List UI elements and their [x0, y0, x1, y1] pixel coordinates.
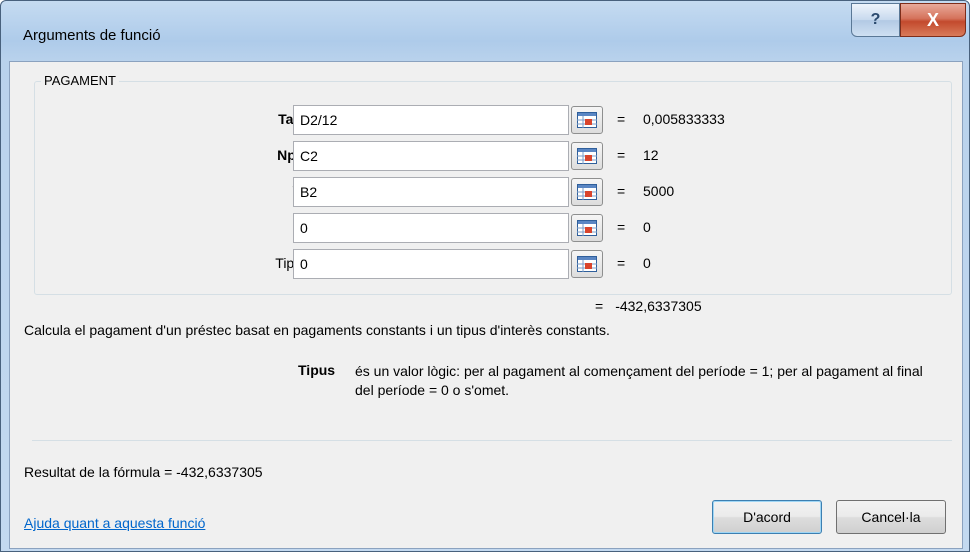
equals-sign: = — [617, 111, 626, 127]
function-name: PAGAMENT — [41, 73, 119, 88]
argument-result: 0 — [643, 219, 651, 235]
tipus-input[interactable] — [293, 249, 569, 279]
equals-sign: = — [617, 219, 626, 235]
formula-result-value: -432,6337305 — [176, 464, 263, 480]
argument-result: 0,005833333 — [643, 111, 725, 127]
close-button[interactable]: X — [900, 3, 966, 37]
argument-row-nper: Nper = 12 — [35, 141, 953, 171]
vf-input[interactable] — [293, 213, 569, 243]
cancel-button[interactable]: Cancel·la — [836, 500, 946, 534]
help-on-function-link[interactable]: Ajuda quant a aquesta funció — [24, 515, 205, 531]
range-select-icon — [577, 184, 597, 200]
argument-row-va: Va = 5000 — [35, 177, 953, 207]
argument-row-vf: Vf = 0 — [35, 213, 953, 243]
range-select-icon — [577, 220, 597, 236]
argument-result: 12 — [643, 147, 659, 163]
range-select-icon — [577, 112, 597, 128]
collapse-dialog-button[interactable] — [571, 214, 603, 242]
function-arguments-dialog: Arguments de funció ? X PAGAMENT Taxa — [0, 0, 970, 552]
equals-sign: = — [617, 183, 626, 199]
va-input[interactable] — [293, 177, 569, 207]
dialog-title: Arguments de funció — [23, 27, 161, 44]
equals-sign: = — [617, 255, 626, 271]
argument-help-name: Tipus — [298, 362, 336, 378]
help-icon: ? — [870, 11, 881, 28]
arguments-group: PAGAMENT Taxa = 0,005833333 — [34, 73, 953, 295]
help-button[interactable]: ? — [851, 3, 900, 37]
taxa-input[interactable] — [293, 105, 569, 135]
range-select-icon — [577, 148, 597, 164]
function-description: Calcula el pagament d'un préstec basat e… — [24, 322, 610, 338]
close-icon: X — [926, 9, 939, 30]
formula-result-label: Resultat de la fórmula = — [24, 464, 173, 480]
argument-row-taxa: Taxa = 0,005833333 — [35, 105, 953, 135]
equals-sign: = — [595, 298, 604, 314]
formula-result: Resultat de la fórmula = -432,6337305 — [24, 464, 263, 480]
collapse-dialog-button[interactable] — [571, 250, 603, 278]
ok-button[interactable]: D'acord — [712, 500, 822, 534]
argument-result: 5000 — [643, 183, 675, 199]
function-result: = -432,6337305 — [595, 298, 702, 314]
range-select-icon — [577, 256, 597, 272]
collapse-dialog-button[interactable] — [571, 106, 603, 134]
title-bar[interactable]: Arguments de funció ? X — [1, 1, 969, 61]
dialog-body: PAGAMENT Taxa = 0,005833333 — [9, 61, 963, 549]
argument-row-tipus: Tipus = 0 — [35, 249, 953, 279]
nper-input[interactable] — [293, 141, 569, 171]
argument-result: 0 — [643, 255, 651, 271]
divider — [32, 440, 952, 441]
function-result-value: -432,6337305 — [615, 298, 702, 314]
collapse-dialog-button[interactable] — [571, 142, 603, 170]
collapse-dialog-button[interactable] — [571, 178, 603, 206]
argument-help-text: és un valor lògic: per al pagament al co… — [355, 363, 923, 398]
equals-sign: = — [617, 147, 626, 163]
